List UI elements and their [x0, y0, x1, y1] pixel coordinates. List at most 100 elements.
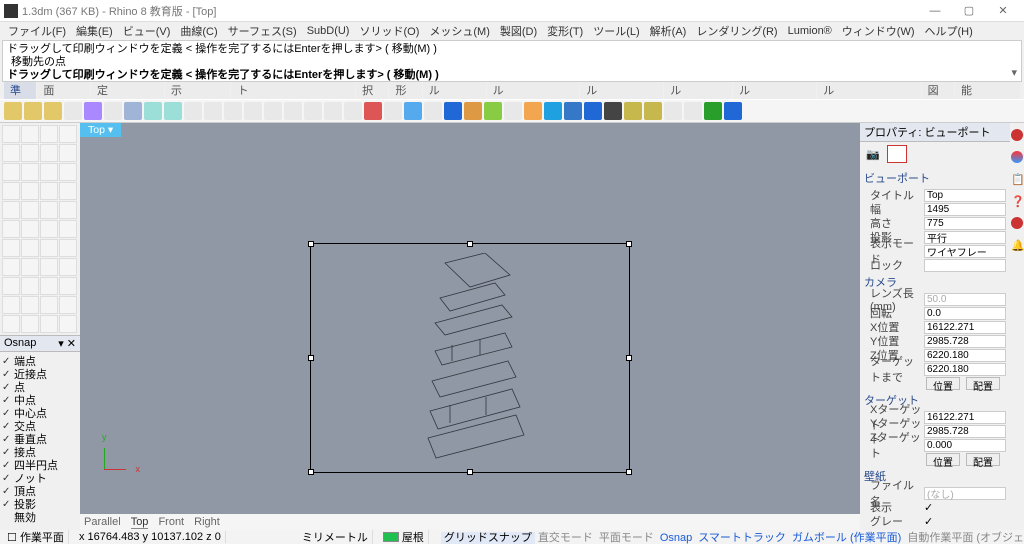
tool-button[interactable]: [21, 201, 39, 219]
tool-button[interactable]: [40, 277, 58, 295]
status-tag[interactable]: グリッドスナップ: [441, 532, 535, 544]
tool-button[interactable]: [59, 125, 77, 143]
tool-button[interactable]: [2, 220, 20, 238]
tool-button[interactable]: [21, 296, 39, 314]
tool-button[interactable]: [2, 201, 20, 219]
tool-button[interactable]: [2, 182, 20, 200]
tool-button[interactable]: [2, 125, 20, 143]
toolbar-button[interactable]: [424, 102, 442, 120]
toolbar-button[interactable]: [64, 102, 82, 120]
toolbar-button[interactable]: [604, 102, 622, 120]
menu-item[interactable]: 変形(T): [543, 22, 587, 40]
command-history[interactable]: ドラッグして印刷ウィンドウを定義 < 操作を完了するにはEnterを押します> …: [2, 40, 1022, 82]
tool-button[interactable]: [59, 239, 77, 257]
status-tag[interactable]: Osnap: [657, 532, 695, 544]
toolbar-button[interactable]: [204, 102, 222, 120]
toolbar-button[interactable]: [564, 102, 582, 120]
menu-item[interactable]: サーフェス(S): [224, 22, 301, 40]
toolbar-button[interactable]: [184, 102, 202, 120]
tool-button[interactable]: [21, 125, 39, 143]
tool-button[interactable]: [2, 315, 20, 333]
toolbar-button[interactable]: [384, 102, 402, 120]
status-tag[interactable]: 平面モード: [596, 532, 657, 544]
toolbar-button[interactable]: [224, 102, 242, 120]
menu-item[interactable]: SubD(U): [303, 24, 354, 38]
record-icon[interactable]: [1011, 129, 1023, 141]
toolbar-button[interactable]: [4, 102, 22, 120]
menu-item[interactable]: 曲線(C): [176, 22, 221, 40]
toolbar-button[interactable]: [624, 102, 642, 120]
toolbar-button[interactable]: [44, 102, 62, 120]
layers-icon[interactable]: 📋: [1011, 173, 1023, 185]
toolbar-button[interactable]: [404, 102, 422, 120]
tool-button[interactable]: [59, 296, 77, 314]
toolbar-button[interactable]: [544, 102, 562, 120]
chevron-down-icon[interactable]: ▾: [1011, 66, 1017, 79]
menu-item[interactable]: Lumion®: [784, 24, 836, 38]
toolbar-button[interactable]: [244, 102, 262, 120]
tool-button[interactable]: [21, 163, 39, 181]
tool-button[interactable]: [40, 144, 58, 162]
toolbar-button[interactable]: [664, 102, 682, 120]
toolbar-button[interactable]: [324, 102, 342, 120]
tool-button[interactable]: [59, 315, 77, 333]
menu-item[interactable]: ウィンドウ(W): [838, 22, 919, 40]
tool-button[interactable]: [59, 144, 77, 162]
tool-button[interactable]: [21, 182, 39, 200]
toolbar-button[interactable]: [304, 102, 322, 120]
toolbar-button[interactable]: [464, 102, 482, 120]
menu-item[interactable]: ビュー(V): [119, 22, 175, 40]
toolbar-button[interactable]: [124, 102, 142, 120]
menu-item[interactable]: レンダリング(R): [692, 22, 781, 40]
menu-item[interactable]: 解析(A): [646, 22, 691, 40]
tool-button[interactable]: [2, 296, 20, 314]
viewport-tab[interactable]: Top: [131, 516, 149, 529]
tool-button[interactable]: [21, 144, 39, 162]
status-tag[interactable]: ガムボール (作業平面): [789, 532, 904, 544]
tool-button[interactable]: [21, 220, 39, 238]
tool-button[interactable]: [40, 201, 58, 219]
tool-button[interactable]: [59, 258, 77, 276]
toolbar-button[interactable]: [364, 102, 382, 120]
status-tag[interactable]: スマートトラック: [695, 532, 789, 544]
bell-icon[interactable]: 🔔: [1011, 239, 1023, 251]
layer-indicator[interactable]: 屋根: [379, 530, 429, 544]
tool-button[interactable]: [40, 163, 58, 181]
osnap-item[interactable]: 無効: [2, 510, 78, 523]
render-icon[interactable]: [1011, 151, 1023, 163]
marker-icon[interactable]: [1011, 217, 1023, 229]
menu-item[interactable]: ヘルプ(H): [921, 22, 977, 40]
menu-item[interactable]: ファイル(F): [4, 22, 70, 40]
toolbar-button[interactable]: [284, 102, 302, 120]
help-icon[interactable]: ❓: [1011, 195, 1023, 207]
toolbar-button[interactable]: [484, 102, 502, 120]
menu-item[interactable]: ツール(L): [589, 22, 643, 40]
toolbar-button[interactable]: [444, 102, 462, 120]
tool-button[interactable]: [2, 163, 20, 181]
tool-button[interactable]: [59, 220, 77, 238]
tool-button[interactable]: [40, 315, 58, 333]
viewport-tab[interactable]: Parallel: [84, 516, 121, 528]
toolbar-button[interactable]: [724, 102, 742, 120]
toolbar-button[interactable]: [164, 102, 182, 120]
tool-button[interactable]: [21, 277, 39, 295]
toolbar-button[interactable]: [584, 102, 602, 120]
tool-button[interactable]: [59, 182, 77, 200]
menu-item[interactable]: ソリッド(O): [355, 22, 423, 40]
tool-button[interactable]: [2, 277, 20, 295]
tool-button[interactable]: [40, 220, 58, 238]
tool-button[interactable]: [59, 277, 77, 295]
toolbar-button[interactable]: [84, 102, 102, 120]
tool-button[interactable]: [40, 258, 58, 276]
toolbar-button[interactable]: [24, 102, 42, 120]
tool-button[interactable]: [40, 182, 58, 200]
tool-button[interactable]: [59, 201, 77, 219]
status-tag[interactable]: 直交モード: [535, 532, 596, 544]
viewport-tab[interactable]: Right: [194, 516, 220, 528]
toolbar-button[interactable]: [104, 102, 122, 120]
toolbar-button[interactable]: [344, 102, 362, 120]
tool-button[interactable]: [21, 258, 39, 276]
material-icon[interactable]: [887, 145, 907, 163]
camera-icon[interactable]: 📷: [863, 145, 883, 163]
menu-item[interactable]: メッシュ(M): [425, 22, 494, 40]
